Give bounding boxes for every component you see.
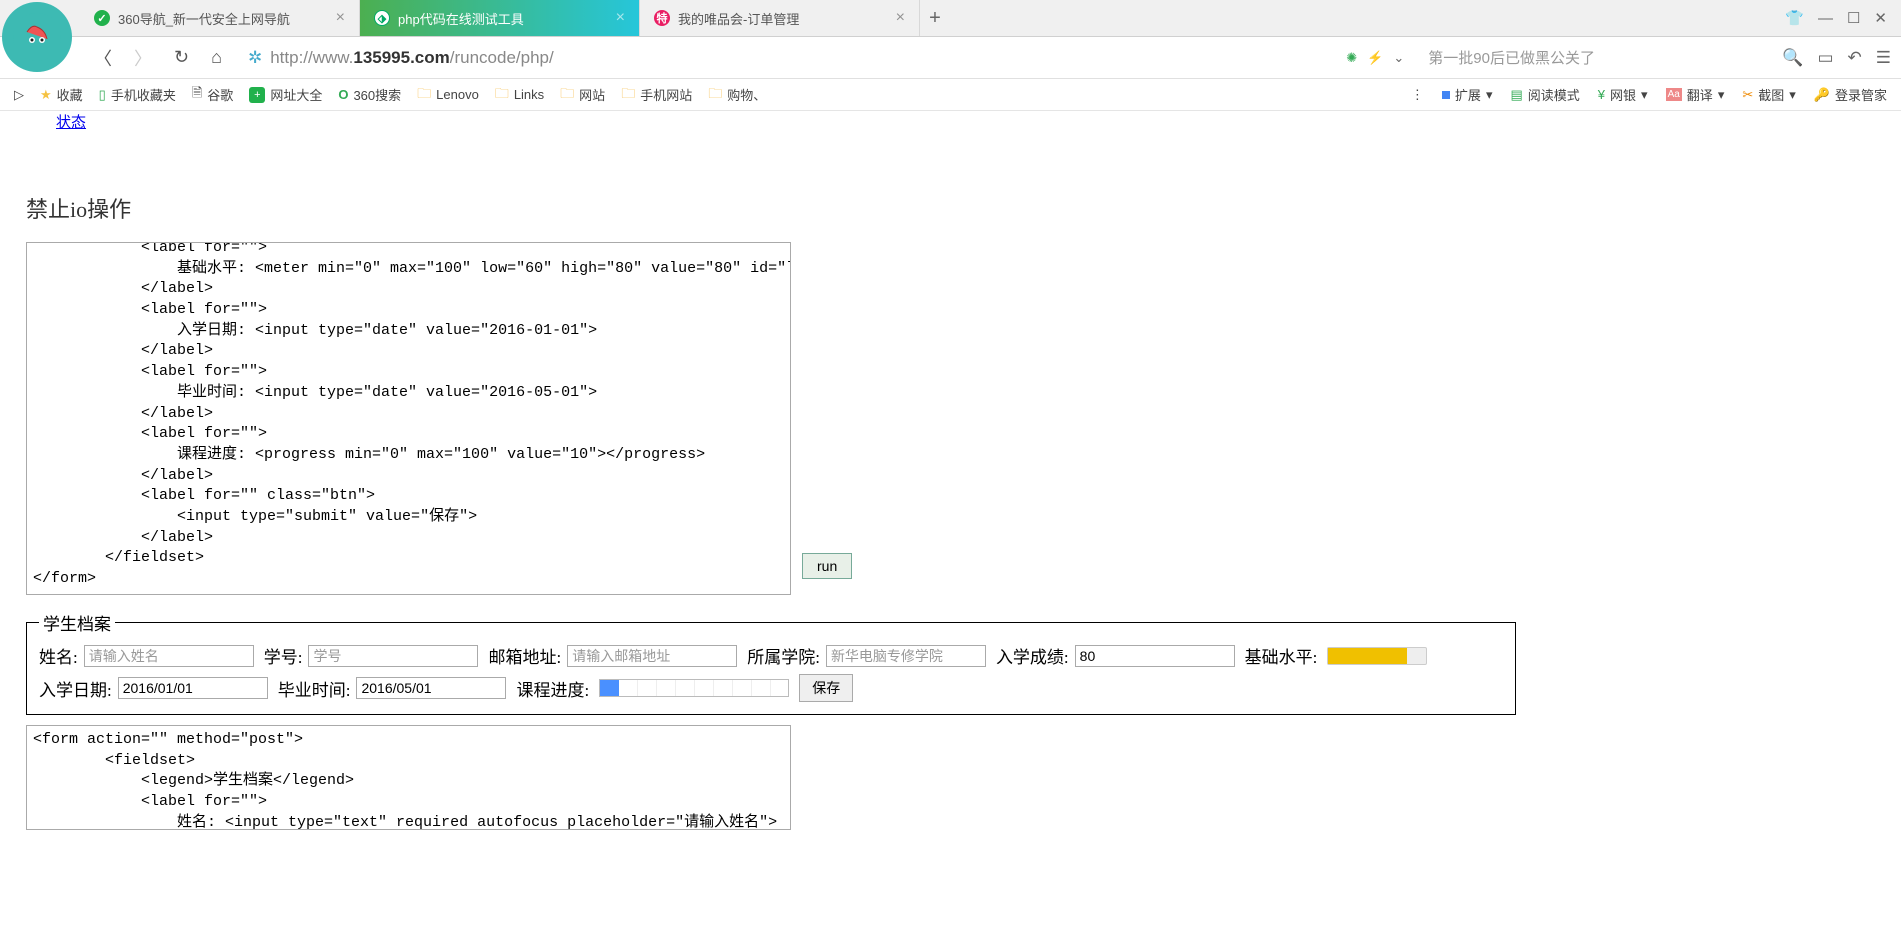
status-link[interactable]: 状态 [56, 114, 86, 131]
chevron-down-icon[interactable]: ⌄ [1393, 50, 1404, 66]
email-input[interactable] [567, 645, 737, 667]
reload-icon[interactable]: ↻ [170, 43, 193, 72]
progress-bar [599, 679, 789, 697]
college-field: 所属学院: [747, 643, 986, 668]
tab-icon-php: ⬗ [374, 10, 390, 26]
doc-icon: 🗎 [192, 84, 202, 106]
back-icon[interactable]: 〈 [90, 41, 116, 75]
o-icon: O [338, 87, 348, 102]
plus-icon: + [249, 87, 265, 103]
date1-input[interactable] [118, 677, 268, 699]
expand-icon[interactable]: ▷ [8, 85, 30, 105]
bm-favorites[interactable]: ★收藏 [34, 83, 89, 106]
run-button[interactable]: run [802, 553, 852, 579]
search-icon[interactable]: 🔍 [1782, 48, 1803, 68]
minimize-icon[interactable]: — [1818, 10, 1833, 27]
login-manager-button[interactable]: 🔑登录管家 [1808, 83, 1893, 106]
aperture-icon[interactable]: ✺ [1346, 50, 1357, 66]
tab-label: 我的唯品会-订单管理 [678, 9, 799, 28]
code-editor-top[interactable] [26, 242, 791, 595]
page-content: 状态 禁止io操作 run 学生档案 姓名: 学号: 邮箱地址: 所属学院: 入… [0, 111, 1901, 949]
bookmark-bar: ▷ ★收藏 ▯手机收藏夹 🗎谷歌 +网址大全 O360搜索 🗀Lenovo 🗀L… [0, 79, 1901, 111]
bm-websites[interactable]: 🗀网站 [554, 81, 611, 109]
tab-vipshop[interactable]: 特 我的唯品会-订单管理 × [640, 0, 920, 36]
address-bar: 〈 〉 ↻ ⌂ ✲ http://www.135995.com/runcode/… [0, 37, 1901, 79]
date2-input[interactable] [356, 677, 506, 699]
date2-field: 毕业时间: [278, 676, 507, 701]
read-mode-button[interactable]: ▤阅读模式 [1504, 83, 1585, 106]
ext-button[interactable]: 扩展 ▾ [1436, 83, 1499, 106]
search-hint[interactable]: 第一批90后已做黑公关了 [1418, 47, 1768, 68]
tab-label: 360导航_新一代安全上网导航 [118, 9, 290, 28]
page-heading: 禁止io操作 [26, 192, 1875, 224]
maximize-icon[interactable]: ☐ [1847, 9, 1860, 27]
id-input[interactable] [308, 645, 478, 667]
bm-google[interactable]: 🗎谷歌 [186, 82, 239, 108]
name-field: 姓名: [39, 643, 254, 668]
level-meter [1327, 647, 1427, 665]
bm-lenovo[interactable]: 🗀Lenovo [411, 81, 485, 109]
url-input[interactable]: ✲ http://www.135995.com/runcode/php/ [240, 44, 1332, 72]
tab-bar: ✓ 360导航_新一代安全上网导航 × ⬗ php代码在线测试工具 × 特 我的… [0, 0, 1901, 37]
tab-360nav[interactable]: ✓ 360导航_新一代安全上网导航 × [80, 0, 360, 36]
new-tab-button[interactable]: + [920, 0, 950, 36]
close-icon[interactable]: × [336, 9, 345, 27]
bm-mobile-sites[interactable]: 🗀手机网站 [615, 81, 698, 109]
site-icon: ✲ [248, 48, 262, 68]
level-field: 基础水平: [1245, 643, 1318, 668]
translate-icon: Aa [1666, 88, 1682, 101]
folder-icon: 🗀 [621, 83, 635, 107]
score-field: 入学成绩: [996, 643, 1235, 668]
key-icon: 🔑 [1814, 87, 1830, 103]
folder-icon: 🗀 [560, 83, 574, 107]
bm-links[interactable]: 🗀Links [489, 81, 550, 109]
fieldset-legend: 学生档案 [39, 610, 115, 635]
name-input[interactable] [84, 645, 254, 667]
bank-icon: ¥ [1598, 87, 1605, 102]
forward-icon[interactable]: 〉 [130, 41, 156, 75]
translate-button[interactable]: Aa翻译 ▾ [1660, 83, 1731, 106]
bm-360search[interactable]: O360搜索 [332, 83, 407, 106]
ext-icon [1442, 87, 1450, 102]
screenshot-button[interactable]: ✂截图 ▾ [1736, 83, 1801, 106]
close-icon[interactable]: × [896, 9, 905, 27]
student-fieldset: 学生档案 姓名: 学号: 邮箱地址: 所属学院: 入学成绩: 基础水平: 入学日… [26, 610, 1516, 715]
bm-shopping[interactable]: 🗀购物、 [702, 81, 772, 109]
save-button[interactable]: 保存 [799, 674, 853, 702]
undo-icon[interactable]: ↶ [1848, 48, 1862, 68]
tab-php-runcode[interactable]: ⬗ php代码在线测试工具 × [360, 0, 640, 36]
folder-icon: 🗀 [708, 83, 722, 107]
code-output-bottom[interactable]: <form action="" method="post"> <fieldset… [26, 725, 791, 830]
tab-icon-360: ✓ [94, 10, 110, 26]
close-window-icon[interactable]: ✕ [1874, 9, 1887, 27]
menu-icon[interactable]: ☰ [1876, 48, 1891, 68]
star-icon: ★ [40, 87, 52, 103]
home-icon[interactable]: ⌂ [207, 43, 226, 72]
bm-separator: ⋮ [1405, 85, 1430, 105]
tab-label: php代码在线测试工具 [398, 9, 524, 28]
browser-avatar[interactable] [2, 2, 72, 72]
date1-field: 入学日期: [39, 676, 268, 701]
mobile-icon[interactable]: ▭ [1817, 48, 1833, 68]
id-field: 学号: [264, 643, 479, 668]
email-field: 邮箱地址: [488, 643, 737, 668]
phone-icon: ▯ [99, 87, 106, 103]
progress-field: 课程进度: [516, 676, 589, 701]
folder-icon: 🗀 [417, 83, 431, 107]
flash-icon[interactable]: ⚡ [1367, 50, 1383, 66]
score-input[interactable] [1075, 645, 1235, 667]
college-input[interactable] [826, 645, 986, 667]
close-icon[interactable]: × [616, 9, 625, 27]
wardrobe-icon[interactable]: 👕 [1785, 9, 1804, 27]
bank-button[interactable]: ¥网银 ▾ [1592, 83, 1654, 106]
book-icon: ▤ [1510, 87, 1522, 103]
folder-icon: 🗀 [495, 83, 509, 107]
tab-icon-te: 特 [654, 10, 670, 26]
window-controls: 👕 — ☐ ✕ [1771, 0, 1901, 36]
bm-sites[interactable]: +网址大全 [243, 83, 328, 106]
screenshot-icon: ✂ [1742, 87, 1753, 103]
bm-mobile[interactable]: ▯手机收藏夹 [93, 83, 182, 106]
